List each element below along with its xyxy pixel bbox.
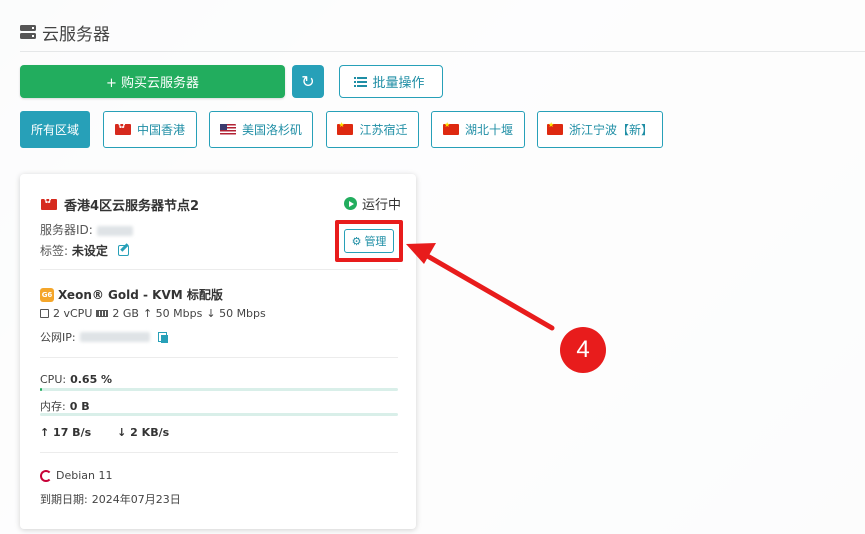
region-tab-ningbo[interactable]: 浙江宁波【新】 bbox=[537, 111, 663, 148]
debian-icon bbox=[40, 469, 52, 482]
highlight-box bbox=[335, 220, 403, 262]
china-flag-icon bbox=[442, 121, 459, 135]
region-tab-hongkong[interactable]: 中国香港 bbox=[103, 111, 197, 148]
server-id-label: 服务器ID: bbox=[40, 223, 93, 237]
server-id-redacted bbox=[96, 225, 133, 236]
divider bbox=[40, 269, 398, 270]
buy-server-button[interactable]: + 购买云服务器 bbox=[20, 65, 285, 98]
hongkong-flag-icon bbox=[114, 121, 131, 135]
mem-usage-bar bbox=[40, 413, 398, 416]
region-label: 湖北十堰 bbox=[464, 123, 513, 137]
ram-icon bbox=[96, 310, 109, 317]
china-flag-icon bbox=[546, 121, 563, 135]
net-down-value: ↓ 2 KB/s bbox=[117, 426, 170, 439]
hongkong-flag-icon bbox=[41, 196, 57, 210]
expire-label: 到期日期: bbox=[40, 493, 88, 506]
header-divider bbox=[20, 51, 865, 52]
cpu-model-row: G6 Xeon® Gold - KVM 标配版 bbox=[40, 286, 223, 303]
cpu-usage-bar bbox=[40, 388, 398, 391]
tag-row: 标签: 未设定 bbox=[40, 242, 129, 259]
region-tab-shiyan[interactable]: 湖北十堰 bbox=[431, 111, 525, 148]
mem-usage-value: 0 B bbox=[69, 399, 90, 413]
region-tab-losangeles[interactable]: 美国洛杉矶 bbox=[209, 111, 313, 148]
region-label: 所有区域 bbox=[30, 123, 79, 137]
region-label: 美国洛杉矶 bbox=[241, 123, 302, 137]
region-label: 浙江宁波【新】 bbox=[568, 123, 653, 137]
region-tab-all[interactable]: 所有区域 bbox=[20, 111, 90, 148]
step-number-badge: 4 bbox=[560, 327, 606, 373]
ip-label: 公网IP: bbox=[40, 331, 76, 344]
cpu-usage-value: 0.65 % bbox=[70, 373, 113, 386]
status-badge: 运行中 bbox=[344, 194, 401, 213]
down-bandwidth: ↓ 50 Mbps bbox=[206, 307, 266, 320]
region-label: 中国香港 bbox=[136, 123, 185, 137]
refresh-button[interactable]: ↻ bbox=[292, 65, 324, 98]
cpu-model: Xeon® Gold - KVM 标配版 bbox=[58, 288, 223, 302]
ram-value: 2 GB bbox=[112, 307, 139, 320]
node-title-text: 香港4区云服务器节点2 bbox=[64, 199, 200, 214]
expire-row: 到期日期: 2024年07月23日 bbox=[40, 491, 181, 507]
copy-icon[interactable] bbox=[157, 332, 168, 343]
divider bbox=[40, 452, 398, 453]
net-up-value: ↑ 17 B/s bbox=[40, 426, 92, 439]
refresh-icon: ↻ bbox=[301, 72, 315, 91]
edit-icon[interactable] bbox=[117, 245, 129, 256]
spec-row: 2 vCPU 2 GB ↑ 50 Mbps ↓ 50 Mbps bbox=[40, 307, 266, 320]
generation-badge: G6 bbox=[40, 287, 54, 302]
server-card: 香港4区云服务器节点2 运行中 服务器ID: 标签: 未设定 ⚙ 管理 G6 X… bbox=[20, 174, 416, 529]
list-icon bbox=[354, 76, 368, 87]
vcpu-value: 2 vCPU bbox=[53, 307, 93, 320]
running-icon bbox=[344, 197, 357, 210]
batch-operation-button[interactable]: 批量操作 bbox=[339, 65, 443, 98]
main-panel: 云服务器 + 购买云服务器 ↻ 批量操作 所有区域 中国香港 美国洛杉矶 江苏宿… bbox=[0, 0, 865, 534]
os-value: Debian 11 bbox=[56, 469, 113, 482]
page-header: 云服务器 bbox=[20, 20, 110, 45]
batch-operation-label: 批量操作 bbox=[372, 76, 425, 91]
region-tab-suqian[interactable]: 江苏宿迁 bbox=[326, 111, 419, 148]
expire-date: 2024年07月23日 bbox=[91, 493, 181, 506]
status-text: 运行中 bbox=[362, 198, 402, 213]
ip-redacted bbox=[79, 332, 150, 342]
cpu-usage-label: CPU: bbox=[40, 373, 67, 386]
mem-usage-label: 内存: bbox=[40, 400, 66, 413]
up-bandwidth: ↑ 50 Mbps bbox=[142, 307, 203, 320]
mem-usage-row: 内存: 0 B bbox=[40, 398, 90, 414]
cpu-usage-fill bbox=[40, 388, 43, 391]
region-label: 江苏宿迁 bbox=[359, 123, 408, 137]
us-flag-icon bbox=[219, 124, 236, 135]
china-flag-icon bbox=[337, 121, 354, 135]
tag-label: 标签: bbox=[40, 244, 69, 258]
cpu-usage-row: CPU: 0.65 % bbox=[40, 373, 112, 386]
os-row: Debian 11 bbox=[40, 469, 112, 482]
page-title: 云服务器 bbox=[42, 24, 110, 45]
network-row: ↑ 17 B/s ↓ 2 KB/s bbox=[40, 426, 169, 439]
node-title: 香港4区云服务器节点2 bbox=[41, 195, 199, 214]
tag-value: 未设定 bbox=[71, 244, 108, 258]
server-icon bbox=[20, 25, 36, 39]
server-id-row: 服务器ID: bbox=[40, 221, 133, 238]
divider bbox=[40, 357, 398, 358]
ip-row: 公网IP: bbox=[40, 329, 168, 345]
cpu-chip-icon bbox=[40, 309, 49, 318]
